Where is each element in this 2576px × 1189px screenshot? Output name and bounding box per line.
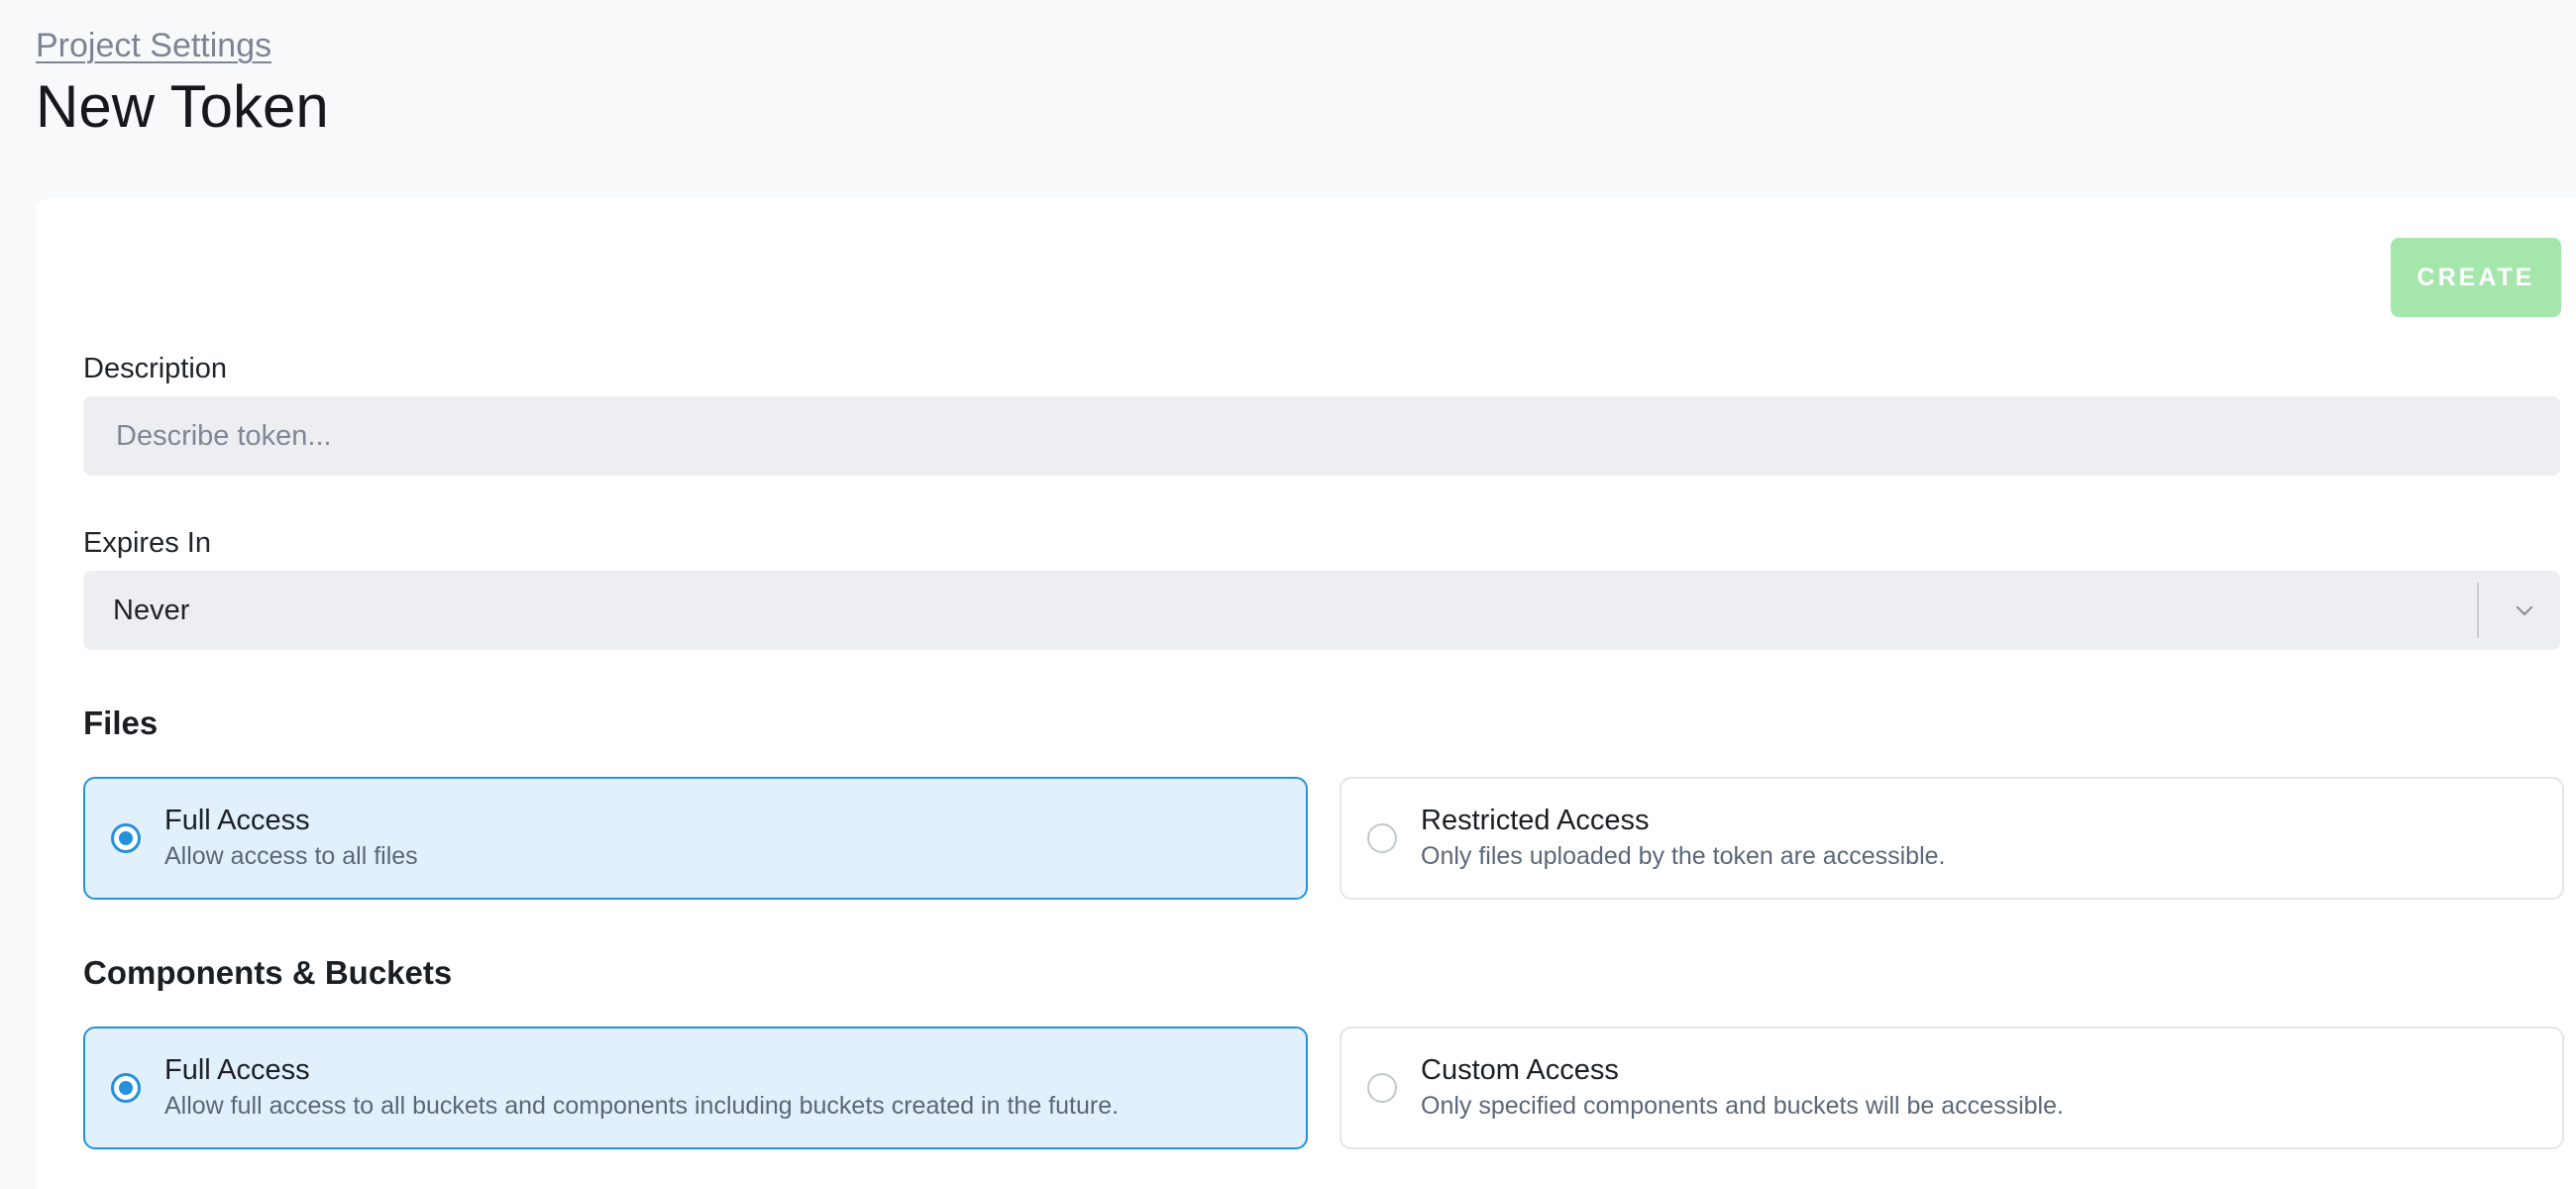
token-form-card: CREATE Description Expires In Never File… <box>36 198 2576 1189</box>
files-restricted-access-radio[interactable] <box>1367 823 1397 853</box>
components-buckets-section-title: Components & Buckets <box>83 954 453 991</box>
option-description: Only files uploaded by the token are acc… <box>1421 842 1946 870</box>
expires-in-select[interactable]: Never <box>83 571 2560 650</box>
files-section-title: Files <box>83 704 159 741</box>
components-custom-access-radio[interactable] <box>1367 1073 1397 1103</box>
create-button[interactable]: CREATE <box>2391 238 2561 317</box>
expires-in-label: Expires In <box>83 527 211 559</box>
option-title: Custom Access <box>1421 1054 1619 1086</box>
files-full-access-radio[interactable] <box>111 823 141 853</box>
breadcrumb-project-settings[interactable]: Project Settings <box>36 26 271 65</box>
page-title: New Token <box>36 73 329 140</box>
option-title: Full Access <box>164 1054 310 1086</box>
option-description: Allow access to all files <box>164 842 418 870</box>
option-description: Allow full access to all buckets and com… <box>164 1092 1120 1120</box>
components-full-access-radio[interactable] <box>111 1073 141 1103</box>
description-input[interactable] <box>83 396 2560 476</box>
option-title: Full Access <box>164 805 310 836</box>
components-full-access-option[interactable]: Full Access Allow full access to all buc… <box>83 1027 1308 1149</box>
description-label: Description <box>83 353 228 384</box>
files-full-access-option[interactable]: Full Access Allow access to all files <box>83 777 1308 900</box>
option-title: Restricted Access <box>1421 805 1650 836</box>
files-restricted-access-option[interactable]: Restricted Access Only files uploaded by… <box>1340 777 2564 900</box>
components-custom-access-option[interactable]: Custom Access Only specified components … <box>1340 1027 2564 1149</box>
select-divider <box>2477 583 2479 638</box>
chevron-down-icon[interactable] <box>2511 596 2538 624</box>
option-description: Only specified components and buckets wi… <box>1421 1092 2064 1120</box>
expires-in-value: Never <box>113 594 190 626</box>
